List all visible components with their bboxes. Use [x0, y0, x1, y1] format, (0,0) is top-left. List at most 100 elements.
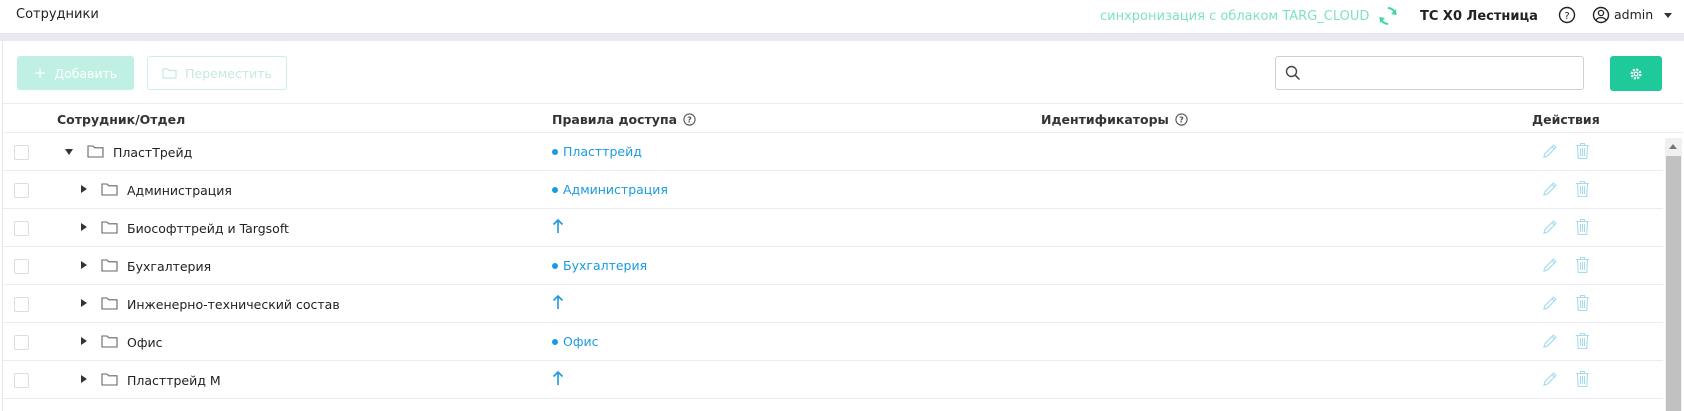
access-rule-link[interactable]: Офис [552, 334, 599, 349]
edit-icon[interactable] [1542, 143, 1558, 159]
trash-icon[interactable] [1575, 294, 1590, 312]
table-row[interactable]: Пласттрейд М [3, 361, 1663, 399]
edit-icon[interactable] [1542, 333, 1558, 349]
trash-icon[interactable] [1575, 142, 1590, 160]
chevron-down-icon[interactable] [1664, 13, 1672, 18]
table-header: Сотрудник/Отдел Правила доступа ? Иденти… [3, 103, 1683, 133]
divider [0, 34, 1684, 41]
department-name[interactable]: Бухгалтерия [127, 259, 211, 274]
caret-right-icon[interactable] [81, 337, 87, 345]
move-button[interactable]: Переместить [147, 56, 287, 90]
row-checkbox[interactable] [14, 297, 29, 312]
move-button-label: Переместить [185, 65, 272, 81]
trash-icon[interactable] [1575, 370, 1590, 388]
site-name[interactable]: ТС Х0 Лестница [1420, 9, 1538, 24]
edit-icon[interactable] [1542, 181, 1558, 197]
access-rule-label: Офис [563, 334, 599, 349]
search-box[interactable] [1275, 56, 1584, 90]
trash-icon[interactable] [1575, 256, 1590, 274]
edit-icon[interactable] [1542, 257, 1558, 273]
gear-icon [1630, 67, 1642, 80]
caret-right-icon[interactable] [81, 223, 87, 231]
bullet-icon [552, 148, 558, 155]
help-icon[interactable]: ? [683, 113, 696, 126]
search-input[interactable] [1306, 63, 1576, 83]
folder-icon [87, 145, 104, 158]
add-button-label: Добавить [54, 65, 118, 81]
row-checkbox[interactable] [14, 259, 29, 274]
table-row[interactable]: Биософттрейд и Targsoft [3, 209, 1663, 247]
row-checkbox[interactable] [14, 335, 29, 350]
caret-right-icon[interactable] [81, 261, 87, 269]
bullet-icon [552, 338, 558, 345]
department-name[interactable]: Офис [127, 335, 163, 350]
add-button[interactable]: + Добавить [17, 56, 134, 90]
employees-panel: + Добавить Переместить Сотрудник/Отдел П… [2, 41, 1683, 411]
column-employee[interactable]: Сотрудник/Отдел [57, 112, 185, 127]
edit-icon[interactable] [1542, 295, 1558, 311]
plus-icon: + [33, 64, 47, 82]
user-name[interactable]: admin [1614, 7, 1653, 22]
access-rule-link[interactable]: Администрация [552, 182, 668, 197]
department-name[interactable]: ПластТрейд [113, 145, 192, 160]
row-checkbox[interactable] [14, 221, 29, 236]
inherit-arrow-up-icon [552, 218, 564, 233]
access-rule-label: Бухгалтерия [563, 258, 648, 273]
table-row[interactable]: Офис Офис [3, 323, 1663, 361]
edit-icon[interactable] [1542, 371, 1558, 387]
folder-icon [101, 373, 118, 386]
folder-icon [101, 335, 118, 348]
access-rule-link[interactable]: Пласттрейд [552, 144, 642, 159]
page-title: Сотрудники [16, 7, 99, 22]
caret-right-icon[interactable] [81, 299, 87, 307]
row-checkbox[interactable] [14, 373, 29, 388]
trash-icon[interactable] [1575, 332, 1590, 350]
employee-tree: ПластТрейд Пласттрейд Администрация Админис… [3, 133, 1663, 399]
inherit-arrow-up-icon [552, 370, 564, 385]
column-actions: Действия [1532, 112, 1600, 127]
caret-right-icon[interactable] [81, 375, 87, 383]
scroll-up-icon[interactable] [1669, 144, 1677, 149]
column-identifiers[interactable]: Идентификаторы ? [1041, 112, 1188, 127]
user-icon[interactable] [1592, 6, 1610, 24]
table-row[interactable]: Бухгалтерия Бухгалтерия [3, 247, 1663, 285]
caret-down-icon[interactable] [65, 149, 73, 155]
svg-text:?: ? [1564, 11, 1569, 22]
help-icon[interactable]: ? [1175, 113, 1188, 126]
row-checkbox[interactable] [14, 183, 29, 198]
department-name[interactable]: Пласттрейд М [127, 373, 221, 388]
trash-icon[interactable] [1575, 180, 1590, 198]
folder-icon [162, 68, 177, 79]
folder-icon [101, 183, 118, 196]
table-row[interactable]: ПластТрейд Пласттрейд [3, 133, 1663, 171]
settings-button[interactable] [1610, 56, 1662, 91]
folder-icon [101, 221, 118, 234]
table-row[interactable]: Администрация Администрация [3, 171, 1663, 209]
vertical-scrollbar[interactable] [1665, 138, 1682, 411]
access-rule-label: Администрация [563, 182, 668, 197]
top-bar: Сотрудники синхронизация с облаком TARG_… [0, 0, 1684, 34]
sync-icon[interactable] [1377, 5, 1399, 27]
trash-icon[interactable] [1575, 218, 1590, 236]
scrollbar-thumb[interactable] [1666, 156, 1681, 411]
department-name[interactable]: Инженерно-технический состав [127, 297, 340, 312]
help-icon[interactable]: ? [1558, 6, 1576, 24]
edit-icon[interactable] [1542, 219, 1558, 235]
caret-right-icon[interactable] [81, 185, 87, 193]
column-access[interactable]: Правила доступа ? [552, 112, 696, 127]
search-icon [1285, 65, 1301, 81]
department-name[interactable]: Администрация [127, 183, 232, 198]
table-row[interactable]: Инженерно-технический состав [3, 285, 1663, 323]
sync-status: синхронизация с облаком TARG_CLOUD [1100, 9, 1370, 24]
folder-icon [101, 297, 118, 310]
bullet-icon [552, 186, 558, 193]
folder-icon [101, 259, 118, 272]
svg-text:?: ? [1179, 116, 1184, 125]
bullet-icon [552, 262, 558, 269]
access-rule-link[interactable]: Бухгалтерия [552, 258, 647, 273]
svg-text:?: ? [687, 116, 692, 125]
department-name[interactable]: Биософттрейд и Targsoft [127, 221, 289, 236]
inherit-arrow-up-icon [552, 294, 564, 309]
access-rule-label: Пласттрейд [563, 144, 642, 159]
row-checkbox[interactable] [14, 145, 29, 160]
